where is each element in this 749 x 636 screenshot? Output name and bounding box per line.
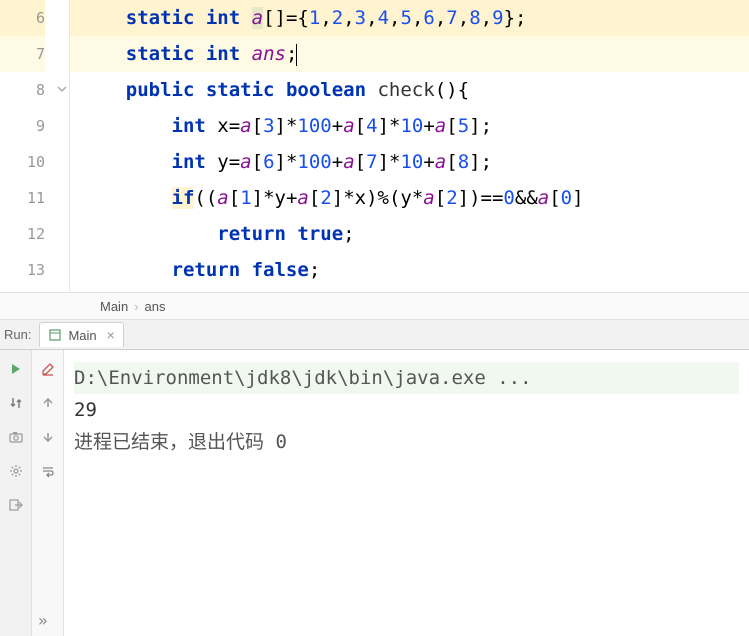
camera-button[interactable]	[5, 426, 27, 448]
editor-pane: 6 7 8 9 10 11 12 13 static int a[]={1,2,…	[0, 0, 749, 292]
edit-button[interactable]	[37, 358, 59, 380]
code-line: return false;	[70, 252, 749, 288]
line-number[interactable]: 10	[0, 144, 45, 180]
line-number[interactable]: 11	[0, 180, 45, 216]
breadcrumb[interactable]: Main › ans	[0, 292, 749, 320]
sort-button[interactable]	[5, 392, 27, 414]
window-icon	[48, 328, 62, 342]
run-tab-label: Main	[68, 328, 96, 343]
line-number[interactable]: 13	[0, 252, 45, 288]
line-number[interactable]: 12	[0, 216, 45, 252]
line-number[interactable]: 6	[0, 0, 45, 36]
scroll-down-button[interactable]	[37, 426, 59, 448]
breadcrumb-item[interactable]: Main	[100, 299, 128, 314]
line-number[interactable]: 9	[0, 108, 45, 144]
line-gutter: 6 7 8 9 10 11 12 13	[0, 0, 70, 292]
breadcrumb-item[interactable]: ans	[145, 299, 166, 314]
line-number[interactable]: 8	[0, 72, 45, 108]
console-exit: 进程已结束，退出代码 0	[74, 426, 739, 458]
fold-toggle-icon[interactable]	[55, 80, 67, 92]
soft-wrap-button[interactable]	[37, 460, 59, 482]
run-tab[interactable]: Main ×	[39, 322, 123, 347]
text-cursor	[296, 44, 297, 66]
code-line: static int ans;	[70, 36, 749, 72]
console-output[interactable]: D:\Environment\jdk8\jdk\bin\java.exe ...…	[64, 350, 749, 636]
console-line: 29	[74, 394, 739, 426]
expand-icon[interactable]: »	[38, 611, 48, 630]
code-area[interactable]: static int a[]={1,2,3,4,5,6,7,8,9}; stat…	[70, 0, 749, 292]
code-line: int x=a[3]*100+a[4]*10+a[5];	[70, 108, 749, 144]
run-tool-body: D:\Environment\jdk8\jdk\bin\java.exe ...…	[0, 350, 749, 636]
line-number[interactable]: 7	[0, 36, 45, 72]
close-icon[interactable]: ×	[107, 327, 115, 343]
code-line: return true;	[70, 216, 749, 252]
console-command: D:\Environment\jdk8\jdk\bin\java.exe ...	[74, 362, 739, 394]
run-label: Run:	[4, 327, 31, 342]
run-tool-header: Run: Main ×	[0, 320, 749, 350]
breadcrumb-separator: ›	[134, 299, 138, 314]
exit-button[interactable]	[5, 494, 27, 516]
rerun-button[interactable]	[5, 358, 27, 380]
scroll-up-button[interactable]	[37, 392, 59, 414]
code-line: int y=a[6]*100+a[7]*10+a[8];	[70, 144, 749, 180]
code-line: static int a[]={1,2,3,4,5,6,7,8,9};	[70, 0, 749, 36]
code-line: public static boolean check(){	[70, 72, 749, 108]
run-toolbar-primary	[0, 350, 32, 636]
code-line: if((a[1]*y+a[2]*x)%(y*a[2])==0&&a[0]	[70, 180, 749, 216]
run-toolbar-secondary	[32, 350, 64, 636]
settings-button[interactable]	[5, 460, 27, 482]
